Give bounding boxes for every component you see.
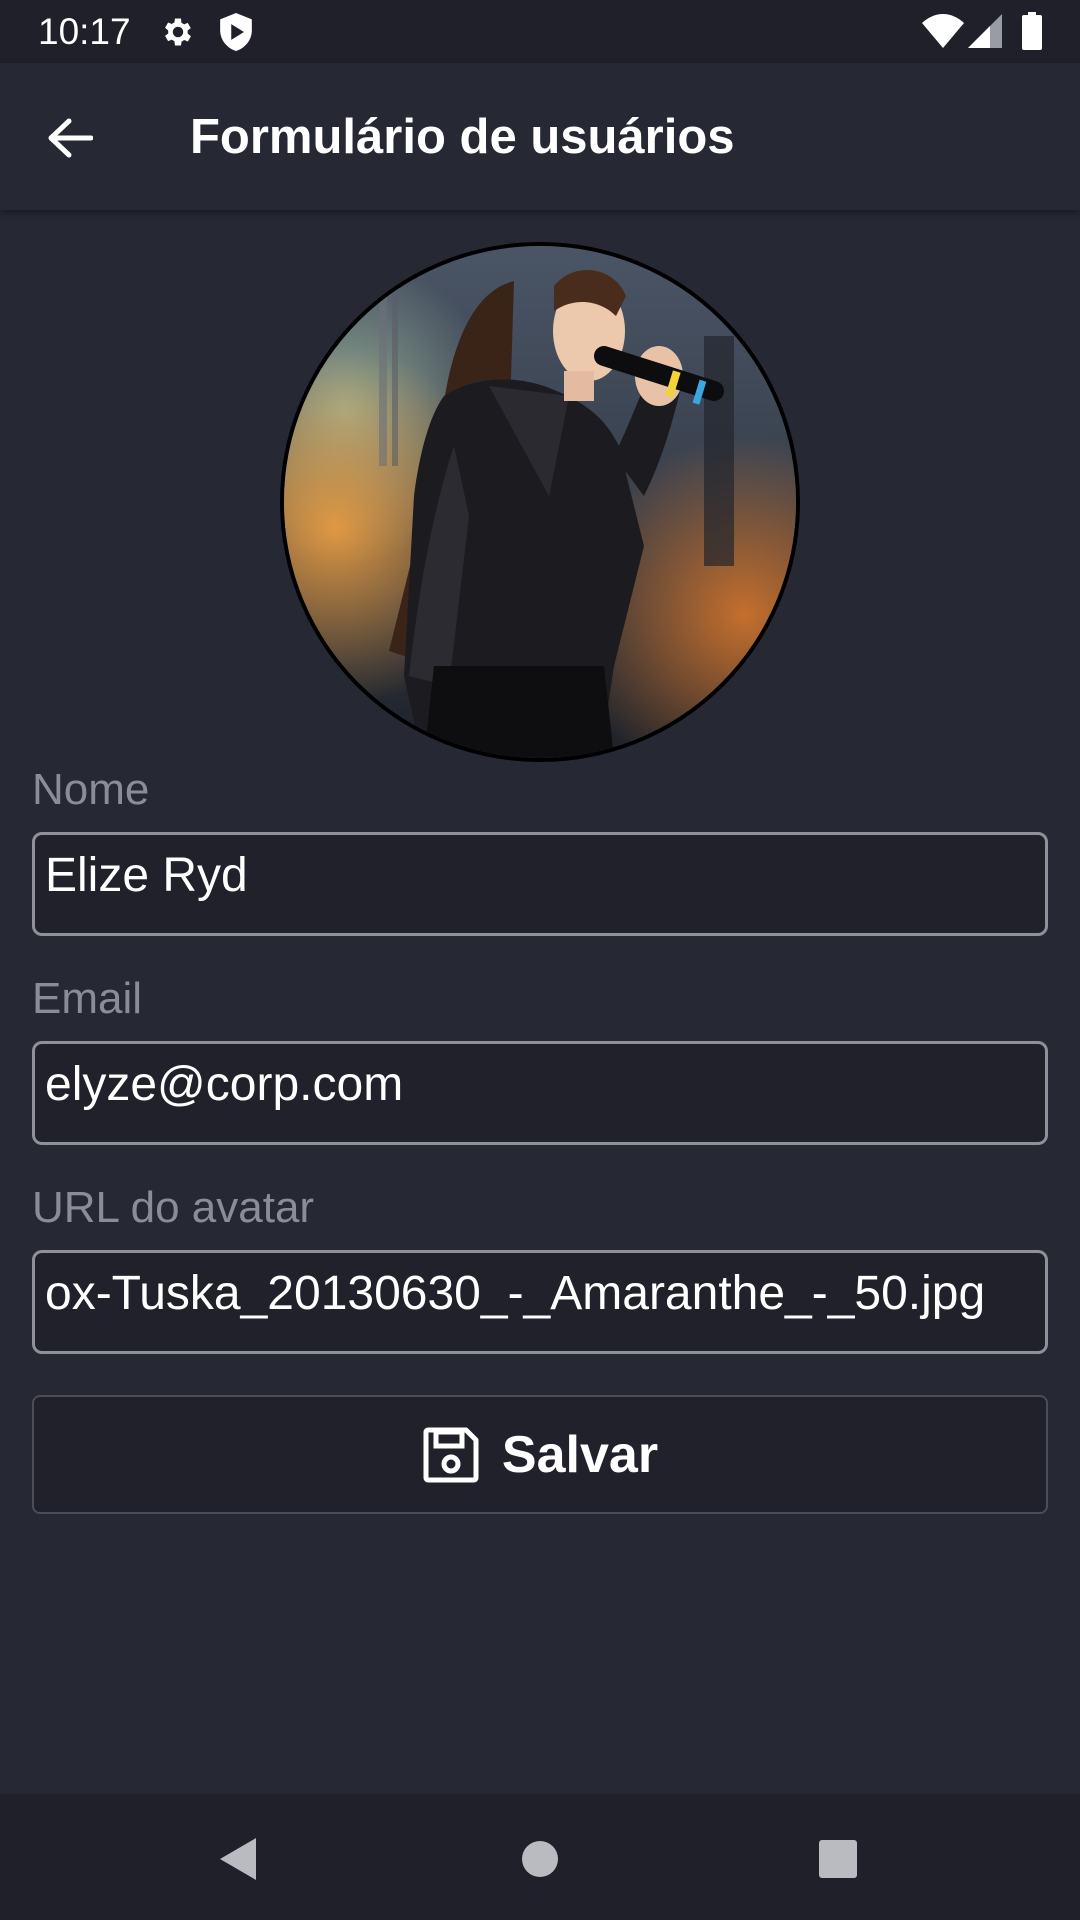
app-bar: Formulário de usuários	[0, 63, 1080, 210]
avatar[interactable]	[280, 242, 800, 762]
cell-signal-icon	[968, 14, 1002, 53]
email-field[interactable]	[32, 1041, 1048, 1145]
gear-icon	[160, 14, 196, 55]
nav-recents-button[interactable]	[798, 1824, 878, 1894]
status-time: 10:17	[38, 11, 131, 52]
page-title: Formulário de usuários	[190, 110, 735, 164]
status-bar: 10:17	[0, 0, 1080, 63]
nav-home-icon	[520, 1839, 560, 1879]
wifi-icon	[922, 14, 964, 53]
email-input[interactable]	[35, 1044, 1045, 1142]
user-form-screen: 10:17 Formulário de usuários Nome Elize …	[0, 0, 1080, 1920]
avatar-url-label: URL do avatar	[32, 1183, 315, 1232]
floppy-disk-icon	[422, 1426, 480, 1484]
avatar-url-input[interactable]	[35, 1253, 1045, 1351]
shield-icon	[220, 13, 252, 56]
name-label: Nome	[32, 765, 150, 814]
back-button[interactable]	[30, 103, 110, 173]
battery-icon	[1022, 12, 1042, 55]
system-nav-bar	[0, 1794, 1080, 1920]
name-field[interactable]	[32, 832, 1048, 936]
save-button[interactable]: Salvar	[32, 1395, 1048, 1514]
user-avatar-photo	[284, 246, 796, 758]
nav-back-icon	[218, 1836, 258, 1882]
nav-back-button[interactable]	[198, 1824, 278, 1894]
name-input[interactable]	[35, 835, 1045, 933]
email-label: Email	[32, 974, 143, 1023]
avatar-url-field[interactable]	[32, 1250, 1048, 1354]
nav-home-button[interactable]	[500, 1824, 580, 1894]
save-button-label: Salvar	[501, 1425, 659, 1484]
nav-recents-icon	[818, 1839, 858, 1879]
arrow-left-icon	[47, 118, 93, 158]
